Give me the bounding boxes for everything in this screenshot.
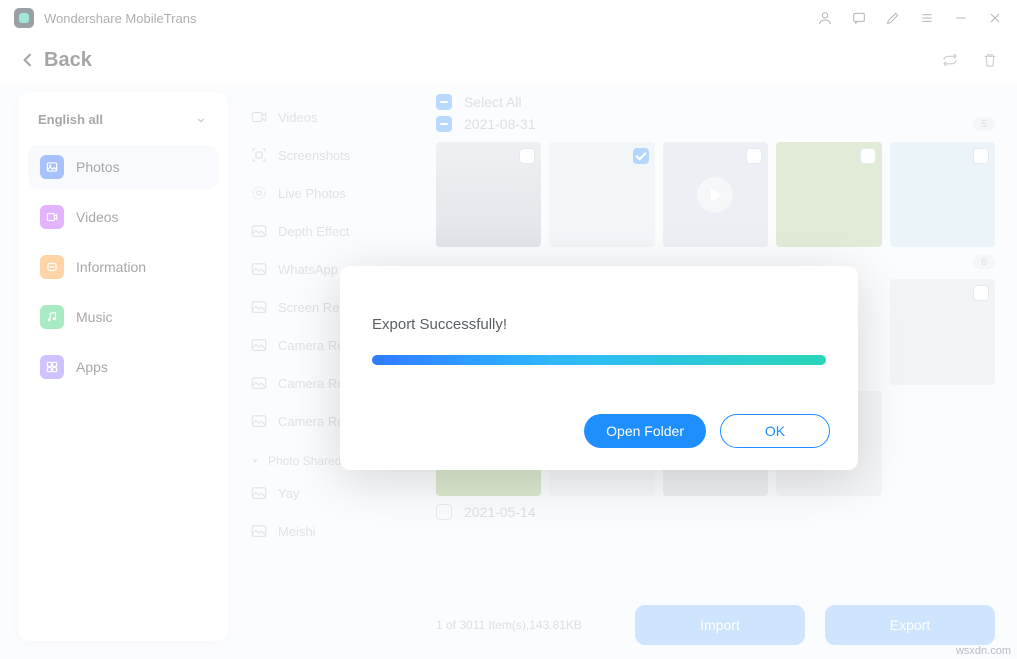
export-success-modal: Export Successfully! Open Folder OK	[340, 266, 858, 470]
modal-message: Export Successfully!	[372, 316, 826, 333]
open-folder-button[interactable]: Open Folder	[584, 414, 706, 448]
progress-bar	[372, 355, 826, 365]
ok-button[interactable]: OK	[720, 414, 830, 448]
watermark: wsxdn.com	[956, 645, 1011, 657]
